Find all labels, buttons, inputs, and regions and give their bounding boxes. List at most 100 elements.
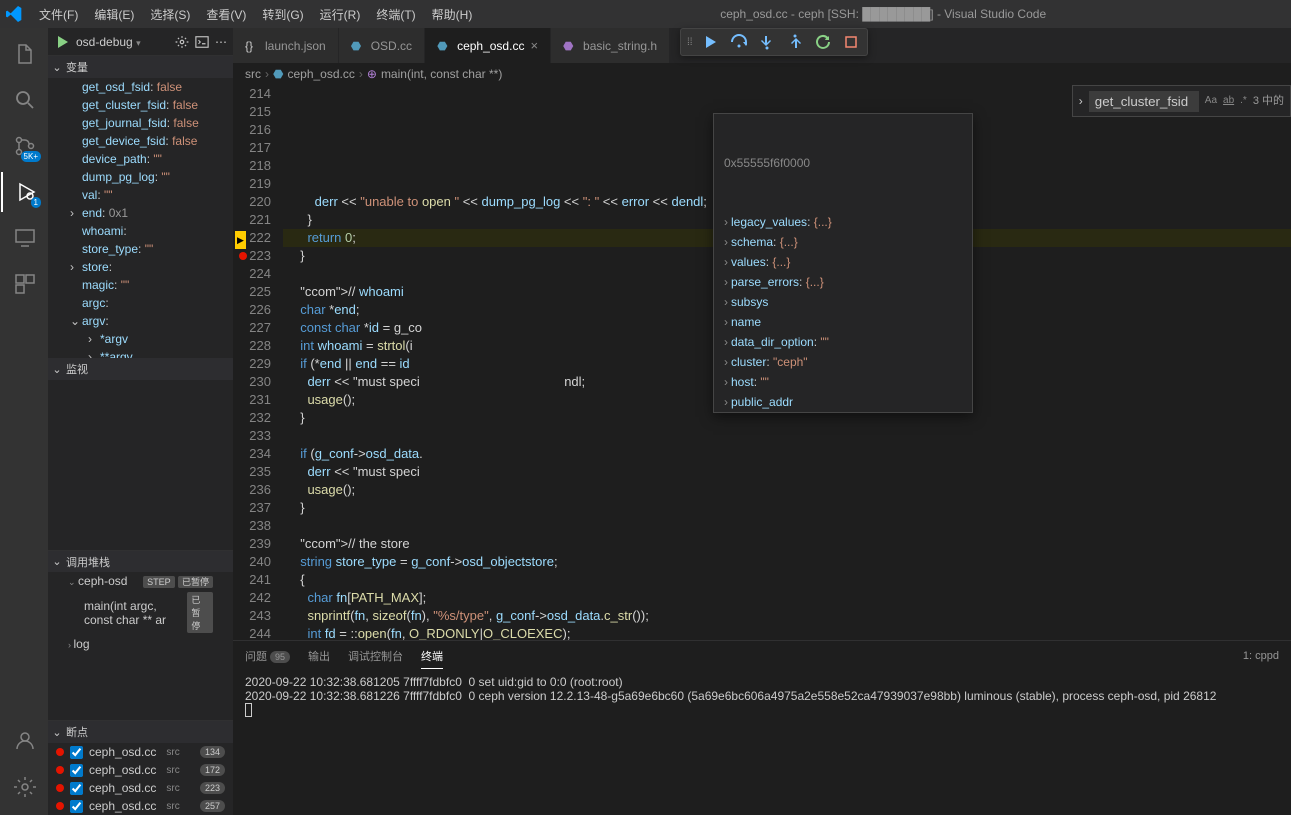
variable-row[interactable]: dump_pg_log: "" [48, 168, 233, 186]
hover-property[interactable]: ›values: {...} [714, 252, 972, 272]
find-widget[interactable]: › Aa ab .* 3 中的 [1072, 85, 1291, 117]
tab-problems[interactable]: 问题95 [245, 644, 290, 668]
code-line[interactable] [283, 427, 1291, 445]
match-case-icon[interactable]: Aa [1205, 92, 1217, 110]
watch-section[interactable]: ⌄监视 [48, 358, 233, 380]
restart-button[interactable] [811, 30, 835, 54]
breakpoint-checkbox[interactable] [70, 764, 83, 777]
variable-row[interactable]: get_device_fsid: false [48, 132, 233, 150]
variable-row[interactable]: store_type: "" [48, 240, 233, 258]
remote-icon[interactable] [1, 218, 49, 258]
menu-item[interactable]: 查看(V) [199, 4, 253, 25]
breakpoint-row[interactable]: ceph_osd.ccsrc134 [48, 743, 233, 761]
debug-hover-popup[interactable]: 0x55555f6f0000 ›legacy_values: {...}›sch… [713, 113, 973, 413]
thread-log[interactable]: › log [48, 635, 233, 653]
code-line[interactable]: derr << "must speci [283, 463, 1291, 481]
run-debug-icon[interactable]: 1 [1, 172, 49, 212]
variable-child[interactable]: › *argv [48, 330, 233, 348]
breakpoint-row[interactable]: ceph_osd.ccsrc172 [48, 761, 233, 779]
breakpoint-checkbox[interactable] [70, 782, 83, 795]
close-tab-icon[interactable]: × [530, 38, 538, 53]
menu-item[interactable]: 终端(T) [369, 4, 422, 25]
variable-row[interactable]: magic: "" [48, 276, 233, 294]
hover-property[interactable]: ›name [714, 312, 972, 332]
variable-row[interactable]: get_osd_fsid: false [48, 78, 233, 96]
source-control-icon[interactable]: 5K+ [1, 126, 49, 166]
variable-row[interactable]: › end: 0x1 [48, 204, 233, 222]
accounts-icon[interactable] [1, 721, 49, 761]
extensions-icon[interactable] [1, 264, 49, 304]
hover-property[interactable]: ›schema: {...} [714, 232, 972, 252]
debug-config-name[interactable]: osd-debug ▾ [76, 35, 169, 49]
tab-debug-console[interactable]: 调试控制台 [348, 644, 403, 668]
stop-button[interactable] [839, 30, 863, 54]
breakpoint-checkbox[interactable] [70, 746, 83, 759]
hover-property[interactable]: ›host: "" [714, 372, 972, 392]
menu-item[interactable]: 文件(F) [32, 4, 85, 25]
tab-terminal[interactable]: 终端 [421, 644, 443, 669]
editor-tab[interactable]: ⬣OSD.cc [339, 28, 425, 63]
terminal-output[interactable]: 2020-09-22 10:32:38.681205 7ffff7fdbfc0 … [233, 671, 1291, 815]
settings-gear-icon[interactable] [1, 767, 49, 807]
thread-row[interactable]: ⌄ ceph-osd STEP 已暂停 [48, 572, 233, 590]
step-out-button[interactable] [783, 30, 807, 54]
debug-toolbar[interactable]: ⁞⁞ [680, 28, 868, 56]
variable-row[interactable]: device_path: "" [48, 150, 233, 168]
regex-icon[interactable]: .* [1240, 92, 1247, 110]
whole-word-icon[interactable]: ab [1223, 92, 1234, 110]
menu-item[interactable]: 运行(R) [313, 4, 368, 25]
code-line[interactable]: int fd = ::open(fn, O_RDONLY|O_CLOEXEC); [283, 625, 1291, 640]
breakpoint-checkbox[interactable] [70, 800, 83, 813]
hover-property[interactable]: ›public_bind_addr [714, 412, 972, 413]
terminal-selector[interactable]: 1: cppd [1243, 650, 1279, 662]
breakpoints-section[interactable]: ⌄断点 [48, 721, 233, 743]
start-debug-icon[interactable] [54, 34, 70, 50]
variable-row[interactable]: val: "" [48, 186, 233, 204]
editor-tab[interactable]: {}launch.json [233, 28, 339, 63]
stack-frame[interactable]: main(int argc, const char ** ar已暂停 [48, 590, 233, 635]
explorer-icon[interactable] [1, 34, 49, 74]
find-input[interactable] [1089, 91, 1199, 112]
variables-section[interactable]: ⌄变量 [48, 56, 233, 78]
callstack-section[interactable]: ⌄调用堆栈 [48, 550, 233, 572]
hover-property[interactable]: ›parse_errors: {...} [714, 272, 972, 292]
variable-child[interactable]: › **argv [48, 348, 233, 358]
variable-row[interactable]: argc: [48, 294, 233, 312]
step-into-button[interactable] [755, 30, 779, 54]
code-line[interactable]: usage(); [283, 481, 1291, 499]
tab-output[interactable]: 输出 [308, 644, 330, 668]
debug-console-icon[interactable] [195, 35, 209, 49]
breakpoint-row[interactable]: ceph_osd.ccsrc257 [48, 797, 233, 815]
variable-row[interactable]: get_journal_fsid: false [48, 114, 233, 132]
code-line[interactable]: char fn[PATH_MAX]; [283, 589, 1291, 607]
search-icon[interactable] [1, 80, 49, 120]
menu-item[interactable]: 帮助(H) [425, 4, 480, 25]
code-line[interactable]: snprintf(fn, sizeof(fn), "%s/type", g_co… [283, 607, 1291, 625]
menu-item[interactable]: 选择(S) [143, 4, 197, 25]
editor-tab[interactable]: ⬣ceph_osd.cc× [425, 28, 551, 63]
hover-property[interactable]: ›data_dir_option: "" [714, 332, 972, 352]
code-content[interactable]: › Aa ab .* 3 中的 0x55555f6f0000 ›legacy_v… [283, 85, 1291, 640]
variable-row[interactable]: ⌄ argv: [48, 312, 233, 330]
continue-button[interactable] [699, 30, 723, 54]
hover-property[interactable]: ›subsys [714, 292, 972, 312]
find-expand-icon[interactable]: › [1079, 92, 1083, 110]
menu-item[interactable]: 转到(G) [255, 4, 310, 25]
code-line[interactable]: "ccom">// the store [283, 535, 1291, 553]
config-gear-icon[interactable] [175, 35, 189, 49]
code-line[interactable]: } [283, 499, 1291, 517]
variable-row[interactable]: get_cluster_fsid: false [48, 96, 233, 114]
variable-row[interactable]: › store: [48, 258, 233, 276]
more-icon[interactable]: ⋯ [215, 35, 227, 49]
hover-property[interactable]: ›public_addr [714, 392, 972, 412]
editor-tab[interactable]: ⬣basic_string.h [551, 28, 670, 63]
code-line[interactable] [283, 517, 1291, 535]
step-over-button[interactable] [727, 30, 751, 54]
variable-row[interactable]: whoami: [48, 222, 233, 240]
breadcrumb[interactable]: src› ⬣ceph_osd.cc› ⊕main(int, const char… [233, 63, 1291, 85]
drag-grip-icon[interactable]: ⁞⁞ [685, 37, 695, 48]
code-editor[interactable]: 214215216217218219220221222▶223224225226… [233, 85, 1291, 640]
code-line[interactable]: string store_type = g_conf->osd_objectst… [283, 553, 1291, 571]
code-line[interactable]: { [283, 571, 1291, 589]
menu-item[interactable]: 编辑(E) [87, 4, 141, 25]
